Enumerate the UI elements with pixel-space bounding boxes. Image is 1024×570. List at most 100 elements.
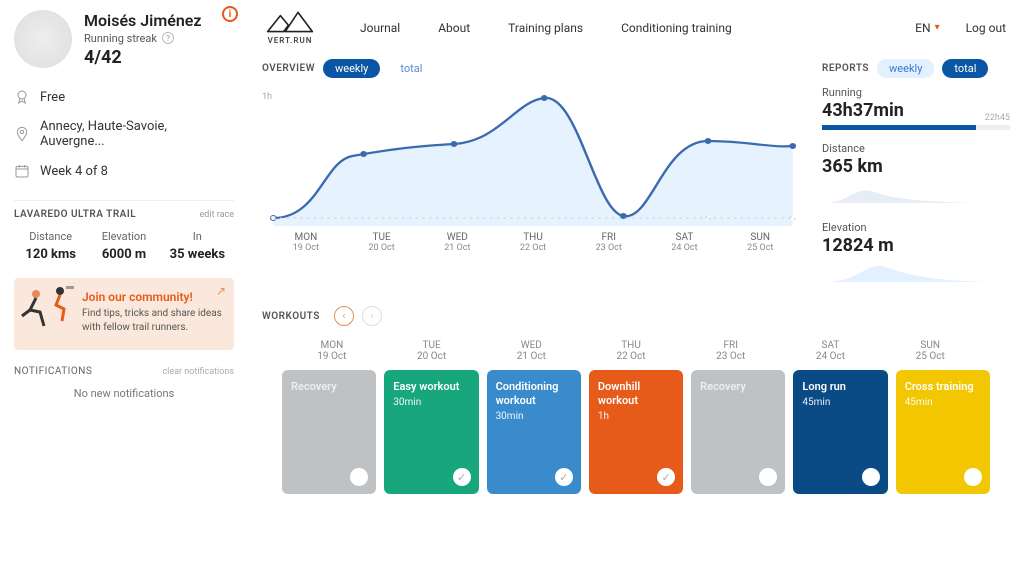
workout-done-icon[interactable] (862, 468, 880, 486)
sidebar: i Moisés Jiménez Running streak ? 4/42 F… (0, 0, 248, 570)
workout-day-header: SUN25 Oct (880, 340, 980, 362)
workout-card[interactable]: Conditioning workout 30min ✓ (487, 370, 581, 494)
reports-label: REPORTS (822, 63, 869, 74)
chart-x-label: SUN25 Oct (722, 232, 798, 253)
workout-card-duration: 45min (905, 397, 981, 408)
workout-day-header: THU22 Oct (581, 340, 681, 362)
notifications-title: NOTIFICATIONS (14, 366, 92, 377)
report-elevation-label: Elevation (822, 221, 1010, 234)
chart-x-label: SAT24 Oct (647, 232, 723, 253)
chart-ylabel: 1h (262, 92, 272, 102)
workout-done-icon[interactable]: ✓ (657, 468, 675, 486)
overview-tab-total[interactable]: total (388, 59, 434, 78)
race-elevation-value: 6000 m (87, 247, 160, 262)
logo-text: VERT.RUN (268, 36, 313, 45)
workout-card[interactable]: Recovery (282, 370, 376, 494)
workout-done-icon[interactable] (964, 468, 982, 486)
badge-icon (14, 89, 30, 105)
promo-title: Join our community! (82, 290, 224, 304)
workout-card[interactable]: Downhill workout 1h ✓ (589, 370, 683, 494)
alert-icon[interactable]: i (222, 6, 238, 22)
workout-done-icon[interactable] (350, 468, 368, 486)
workouts-label: WORKOUTS (262, 311, 320, 322)
topbar: VERT.RUN Journal About Training plans Co… (262, 10, 1010, 51)
chart-x-label: TUE20 Oct (344, 232, 420, 253)
workout-card-title: Cross training (905, 380, 981, 394)
workout-card-title: Downhill workout (598, 380, 674, 408)
nav-journal[interactable]: Journal (360, 21, 400, 35)
workout-card[interactable]: Cross training 45min (896, 370, 990, 494)
location-row: Annecy, Haute-Savoie, Auvergne... (14, 112, 234, 156)
nav-training-plans[interactable]: Training plans (508, 21, 583, 35)
workout-card-title: Recovery (700, 380, 776, 394)
workout-card-title: Recovery (291, 380, 367, 394)
chart-x-label: WED21 Oct (419, 232, 495, 253)
report-running-value: 43h37min (822, 100, 1010, 121)
workout-done-icon[interactable] (759, 468, 777, 486)
workout-done-icon[interactable]: ✓ (453, 468, 471, 486)
workout-day-header: WED21 Oct (481, 340, 581, 362)
calendar-icon (14, 163, 30, 179)
logout-link[interactable]: Log out (966, 21, 1006, 35)
avatar[interactable] (14, 10, 72, 68)
workouts-prev-button[interactable]: ‹ (334, 306, 354, 326)
logo-mountain-icon (266, 10, 314, 34)
race-elevation-label: Elevation (87, 230, 160, 243)
plan-tier-row: Free (14, 82, 234, 112)
workout-card-duration: 30min (496, 411, 572, 422)
pin-icon (14, 126, 30, 142)
nav-about[interactable]: About (438, 21, 470, 35)
race-distance-label: Distance (14, 230, 87, 243)
chart-x-label: MON19 Oct (268, 232, 344, 253)
report-elevation-value: 12824 m (822, 235, 1010, 256)
location: Annecy, Haute-Savoie, Auvergne... (40, 119, 234, 149)
community-promo[interactable]: ↗ Join our community! Find tips, tricks … (14, 278, 234, 350)
reports-tab-weekly[interactable]: weekly (877, 59, 934, 78)
workout-card-duration: 30min (393, 397, 469, 408)
workout-day-header: FRI23 Oct (681, 340, 781, 362)
logo[interactable]: VERT.RUN (266, 10, 314, 45)
language-selector[interactable]: EN ▾ (915, 21, 939, 35)
report-distance-label: Distance (822, 142, 1010, 155)
workout-card-title: Long run (802, 380, 878, 394)
streak-value: 4/42 (84, 47, 201, 68)
reports-tab-total[interactable]: total (942, 59, 988, 78)
workout-card-title: Easy workout (393, 380, 469, 394)
workout-card[interactable]: Long run45min (793, 370, 887, 494)
chevron-down-icon: ▾ (935, 22, 940, 33)
report-running-label: Running (822, 86, 1010, 99)
profile-block: i Moisés Jiménez Running streak ? 4/42 (14, 10, 234, 68)
workouts-next-button[interactable]: › (362, 306, 382, 326)
profile-name: Moisés Jiménez (84, 11, 201, 30)
workout-day-header: MON19 Oct (282, 340, 382, 362)
notifications-empty-text: No new notifications (14, 387, 234, 400)
workout-card-title: Conditioning workout (496, 380, 572, 408)
race-in-label: In (161, 230, 234, 243)
overview-chart: 1h MON19 OctTUE20 OctWED21 OctTHU22 OctF… (262, 86, 804, 251)
chart-x-label: FRI23 Oct (571, 232, 647, 253)
workout-day-header: SAT24 Oct (781, 340, 881, 362)
streak-label: Running streak (84, 32, 157, 45)
plan-tier: Free (40, 90, 65, 105)
workout-card-duration: 1h (598, 411, 674, 422)
week-progress: Week 4 of 8 (40, 164, 108, 179)
overview-label: OVERVIEW (262, 63, 315, 74)
edit-race-link[interactable]: edit race (200, 210, 234, 220)
nav-conditioning[interactable]: Conditioning training (621, 21, 732, 35)
help-icon[interactable]: ? (162, 32, 174, 44)
workout-day-header: TUE20 Oct (382, 340, 482, 362)
workout-card[interactable]: Easy workout 30min ✓ (384, 370, 478, 494)
chart-x-label: THU22 Oct (495, 232, 571, 253)
promo-text: Find tips, tricks and share ideas with f… (82, 307, 224, 335)
workout-done-icon[interactable]: ✓ (555, 468, 573, 486)
report-distance-value: 365 km (822, 156, 1010, 177)
week-row: Week 4 of 8 (14, 156, 234, 186)
clear-notifications-link[interactable]: clear notifications (162, 367, 234, 377)
main-content: VERT.RUN Journal About Training plans Co… (248, 0, 1024, 570)
runner-illustration-icon (18, 282, 78, 342)
race-distance-value: 120 kms (14, 247, 87, 262)
open-external-icon[interactable]: ↗ (216, 284, 226, 298)
overview-tab-weekly[interactable]: weekly (323, 59, 380, 78)
workout-card[interactable]: Recovery (691, 370, 785, 494)
report-running-target: 22h45 (985, 113, 1010, 123)
